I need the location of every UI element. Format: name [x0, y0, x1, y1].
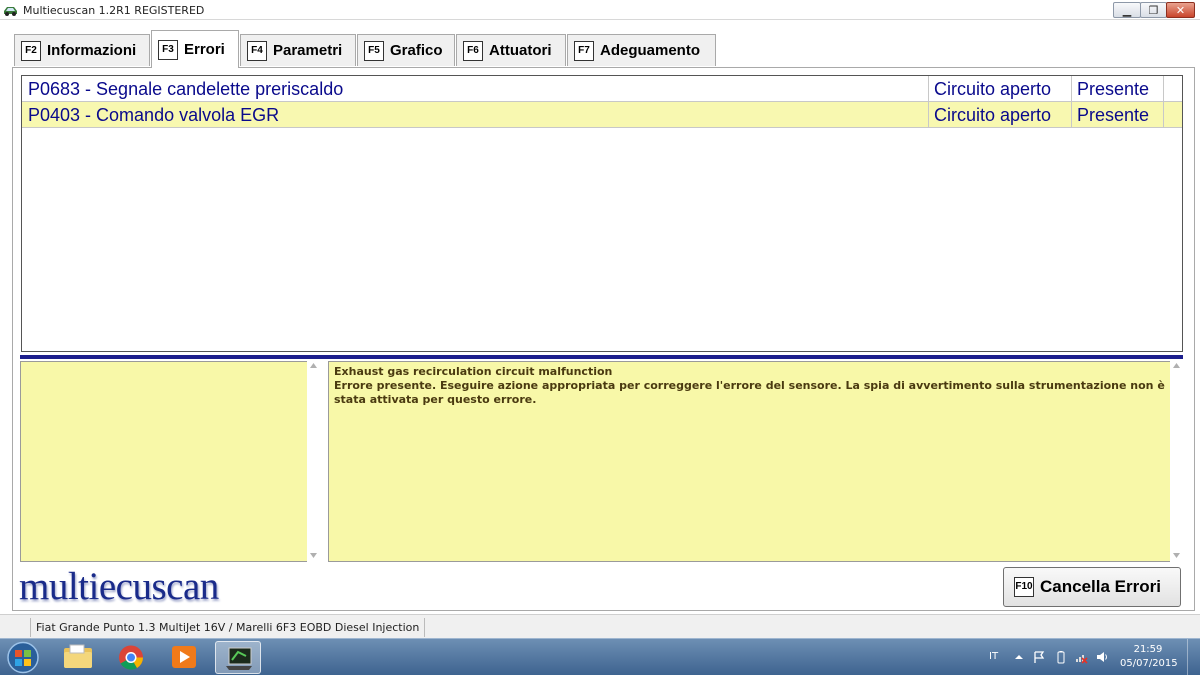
multiecuscan-taskbar-icon	[226, 647, 252, 670]
folder-icon	[64, 644, 92, 668]
tab-informazioni[interactable]: F2 Informazioni	[14, 34, 150, 66]
error-row-selected[interactable]: P0403 - Comando valvola EGR Circuito ape…	[22, 102, 1182, 128]
multiecuscan-app-icon	[4, 7, 17, 16]
section-divider	[20, 355, 1183, 359]
tab-errori[interactable]: F3 Errori	[151, 30, 239, 68]
tab-attuatori[interactable]: F6 Attuatori	[456, 34, 566, 66]
language-indicator[interactable]: IT	[989, 651, 998, 662]
close-icon: ✕	[1175, 3, 1186, 17]
error-presence: Presente	[1071, 76, 1163, 102]
f5-key-badge: F5	[364, 40, 384, 61]
clock-date: 05/07/2015	[1120, 658, 1178, 669]
errors-panel: P0683 - Segnale candelette preriscaldo C…	[12, 67, 1195, 611]
minimize-icon: ▁	[1122, 3, 1132, 17]
error-status: Circuito aperto	[928, 76, 1071, 102]
close-button[interactable]: ✕	[1166, 2, 1195, 18]
error-row[interactable]: P0683 - Segnale candelette preriscaldo C…	[22, 76, 1182, 102]
tab-label: Parametri	[273, 42, 343, 59]
error-list[interactable]: P0683 - Segnale candelette preriscaldo C…	[21, 75, 1183, 352]
tab-label: Errori	[184, 41, 225, 58]
network-disconnected-icon[interactable]	[1074, 650, 1088, 664]
error-description: Exhaust gas recirculation circuit malfun…	[334, 365, 1175, 407]
clock-time: 21:59	[1133, 644, 1163, 655]
tab-strip: F2 Informazioni F3 Errori F4 Parametri F…	[0, 20, 1200, 68]
show-desktop-button[interactable]	[1187, 639, 1200, 675]
clear-errors-button[interactable]: F10 Cancella Errori	[1003, 567, 1181, 607]
description-body: Errore presente. Eseguire azione appropr…	[334, 379, 1165, 406]
error-code-description: P0403 - Comando valvola EGR	[28, 105, 280, 125]
left-box-scrollbar[interactable]	[307, 361, 320, 562]
minimize-button[interactable]: ▁	[1113, 2, 1141, 18]
tab-adeguamento[interactable]: F7 Adeguamento	[567, 34, 716, 66]
description-scrollbar[interactable]	[1170, 361, 1183, 562]
error-extra-cell	[1163, 102, 1182, 128]
tab-label: Adeguamento	[600, 42, 701, 59]
taskbar: IT 21:59 05/07/2015	[0, 638, 1200, 675]
volume-icon[interactable]	[1095, 650, 1109, 664]
taskbar-chrome[interactable]	[108, 641, 154, 674]
taskbar-explorer[interactable]	[55, 641, 101, 674]
taskbar-media-player[interactable]	[161, 641, 207, 674]
f6-key-badge: F6	[463, 40, 483, 61]
error-description-box[interactable]: Exhaust gas recirculation circuit malfun…	[328, 361, 1181, 562]
show-hidden-icons-icon[interactable]	[1012, 650, 1026, 664]
multiecuscan-logo: multiecuscan	[19, 565, 219, 608]
restore-button[interactable]: ❐	[1140, 2, 1167, 18]
action-center-flag-icon[interactable]	[1032, 650, 1046, 664]
f4-key-badge: F4	[247, 40, 267, 61]
tab-label: Grafico	[390, 42, 443, 59]
error-status: Circuito aperto	[928, 102, 1071, 128]
f7-key-badge: F7	[574, 40, 594, 61]
f3-key-badge: F3	[158, 39, 178, 60]
error-extra-cell	[1163, 76, 1182, 102]
scroll-down-icon[interactable]	[310, 553, 317, 558]
taskbar-multiecuscan[interactable]	[215, 641, 261, 674]
tab-label: Informazioni	[47, 42, 137, 59]
system-clock[interactable]: 21:59 05/07/2015	[1120, 643, 1178, 671]
battery-icon[interactable]	[1054, 650, 1068, 664]
chrome-icon	[119, 645, 144, 670]
tab-parametri[interactable]: F4 Parametri	[240, 34, 356, 66]
tab-grafico[interactable]: F5 Grafico	[357, 34, 455, 66]
media-player-icon	[172, 646, 196, 668]
error-presence: Presente	[1071, 102, 1163, 128]
error-code-description: P0683 - Segnale candelette preriscaldo	[28, 79, 344, 99]
clear-errors-label: Cancella Errori	[1040, 577, 1161, 596]
scroll-up-icon[interactable]	[1173, 363, 1180, 368]
start-button[interactable]	[4, 641, 42, 674]
restore-icon: ❐	[1148, 3, 1159, 17]
freeze-frame-box[interactable]	[20, 361, 320, 562]
f10-key-badge: F10	[1014, 577, 1034, 597]
scroll-up-icon[interactable]	[310, 363, 317, 368]
title-bar: Multiecuscan 1.2R1 REGISTERED ▁ ❐ ✕	[0, 0, 1200, 20]
description-title: Exhaust gas recirculation circuit malfun…	[334, 365, 613, 378]
status-bar: Fiat Grande Punto 1.3 MultiJet 16V / Mar…	[0, 614, 1200, 638]
tab-label: Attuatori	[489, 42, 552, 59]
window-title: Multiecuscan 1.2R1 REGISTERED	[23, 4, 205, 17]
vehicle-info: Fiat Grande Punto 1.3 MultiJet 16V / Mar…	[30, 618, 426, 637]
scroll-down-icon[interactable]	[1173, 553, 1180, 558]
f2-key-badge: F2	[21, 40, 41, 61]
